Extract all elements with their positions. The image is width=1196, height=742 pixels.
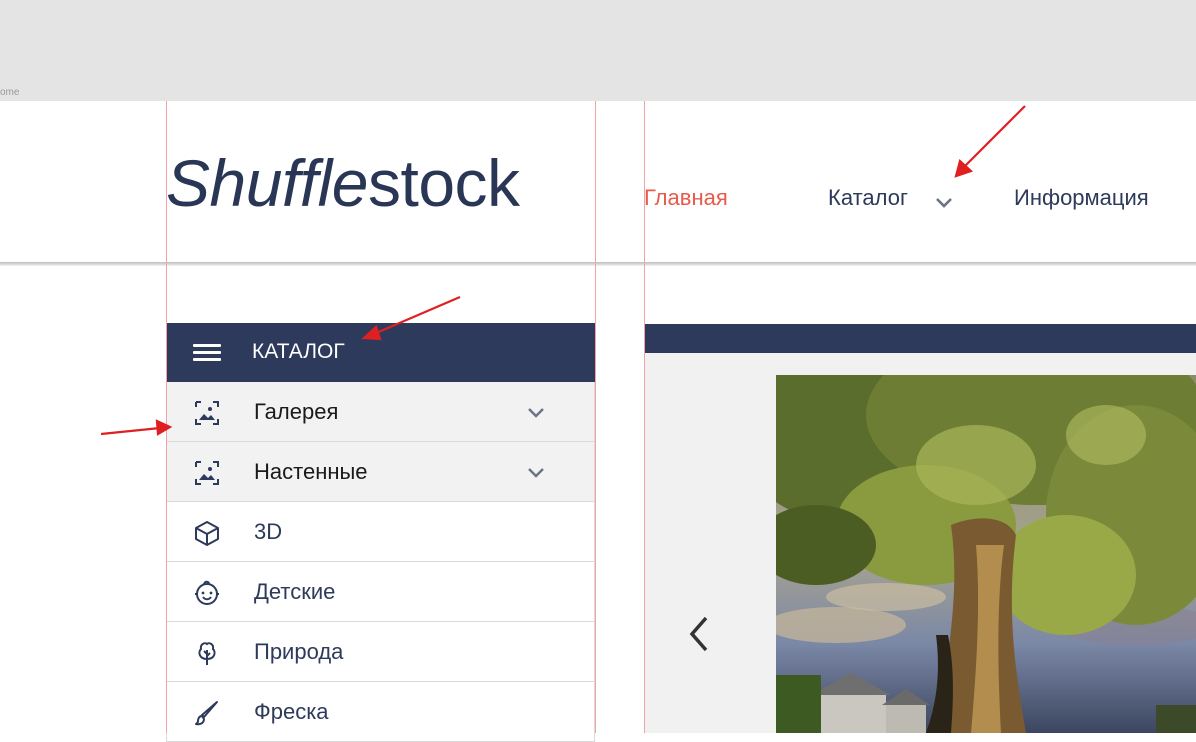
nav-info-link[interactable]: Информация [1014, 185, 1149, 211]
layout-guide-line [166, 101, 167, 733]
catalog-sidebar: КАТАЛОГ Галерея Настенные 3D Детские При… [166, 323, 595, 742]
sidebar-item-3d[interactable]: 3D [166, 502, 595, 562]
catalog-title: КАТАЛОГ [252, 340, 345, 363]
sidebar-item-gallery[interactable]: Галерея [166, 382, 595, 442]
site-logo[interactable]: Shufflestock [166, 143, 520, 223]
baby-face-icon [195, 580, 219, 605]
gallery-icon [195, 461, 219, 485]
layout-guide-line [644, 101, 645, 733]
cube-icon [195, 521, 219, 546]
sidebar-item-label: Природа [254, 639, 344, 664]
annotation-arrow [100, 426, 161, 436]
header-shadow [0, 262, 1196, 266]
sidebar-item-label: 3D [254, 519, 283, 544]
sidebar-item-nature[interactable]: Природа [166, 622, 595, 682]
chevron-down-icon[interactable] [525, 401, 547, 423]
top-band-text: ome [0, 87, 20, 98]
tree-icon [198, 642, 216, 665]
chevron-down-icon[interactable] [934, 192, 954, 212]
brush-icon [195, 701, 218, 726]
gallery-icon [195, 401, 219, 425]
top-band: ome [0, 0, 1196, 101]
logo-part-shuffle: Shuffle [166, 146, 368, 220]
nav-home-link[interactable]: Главная [644, 185, 728, 211]
sidebar-item-label: Детские [254, 579, 336, 604]
content-header-bar [645, 324, 1196, 353]
slider-photo [776, 375, 1196, 733]
layout-guide-line [595, 101, 596, 733]
sidebar-item-kids[interactable]: Детские [166, 562, 595, 622]
hamburger-menu-icon[interactable] [193, 344, 221, 362]
sidebar-item-label: Настенные [254, 459, 368, 484]
chevron-down-icon[interactable] [525, 461, 547, 483]
nav-catalog-link[interactable]: Каталог [828, 185, 908, 211]
catalog-header[interactable]: КАТАЛОГ [166, 323, 595, 382]
slider-prev-icon[interactable] [686, 614, 716, 654]
sidebar-item-label: Галерея [254, 399, 339, 424]
sidebar-item-label: Фреска [254, 699, 329, 724]
sidebar-item-wall[interactable]: Настенные [166, 442, 595, 502]
sidebar-item-fresco[interactable]: Фреска [166, 682, 595, 742]
logo-part-stock: stock [367, 146, 520, 220]
